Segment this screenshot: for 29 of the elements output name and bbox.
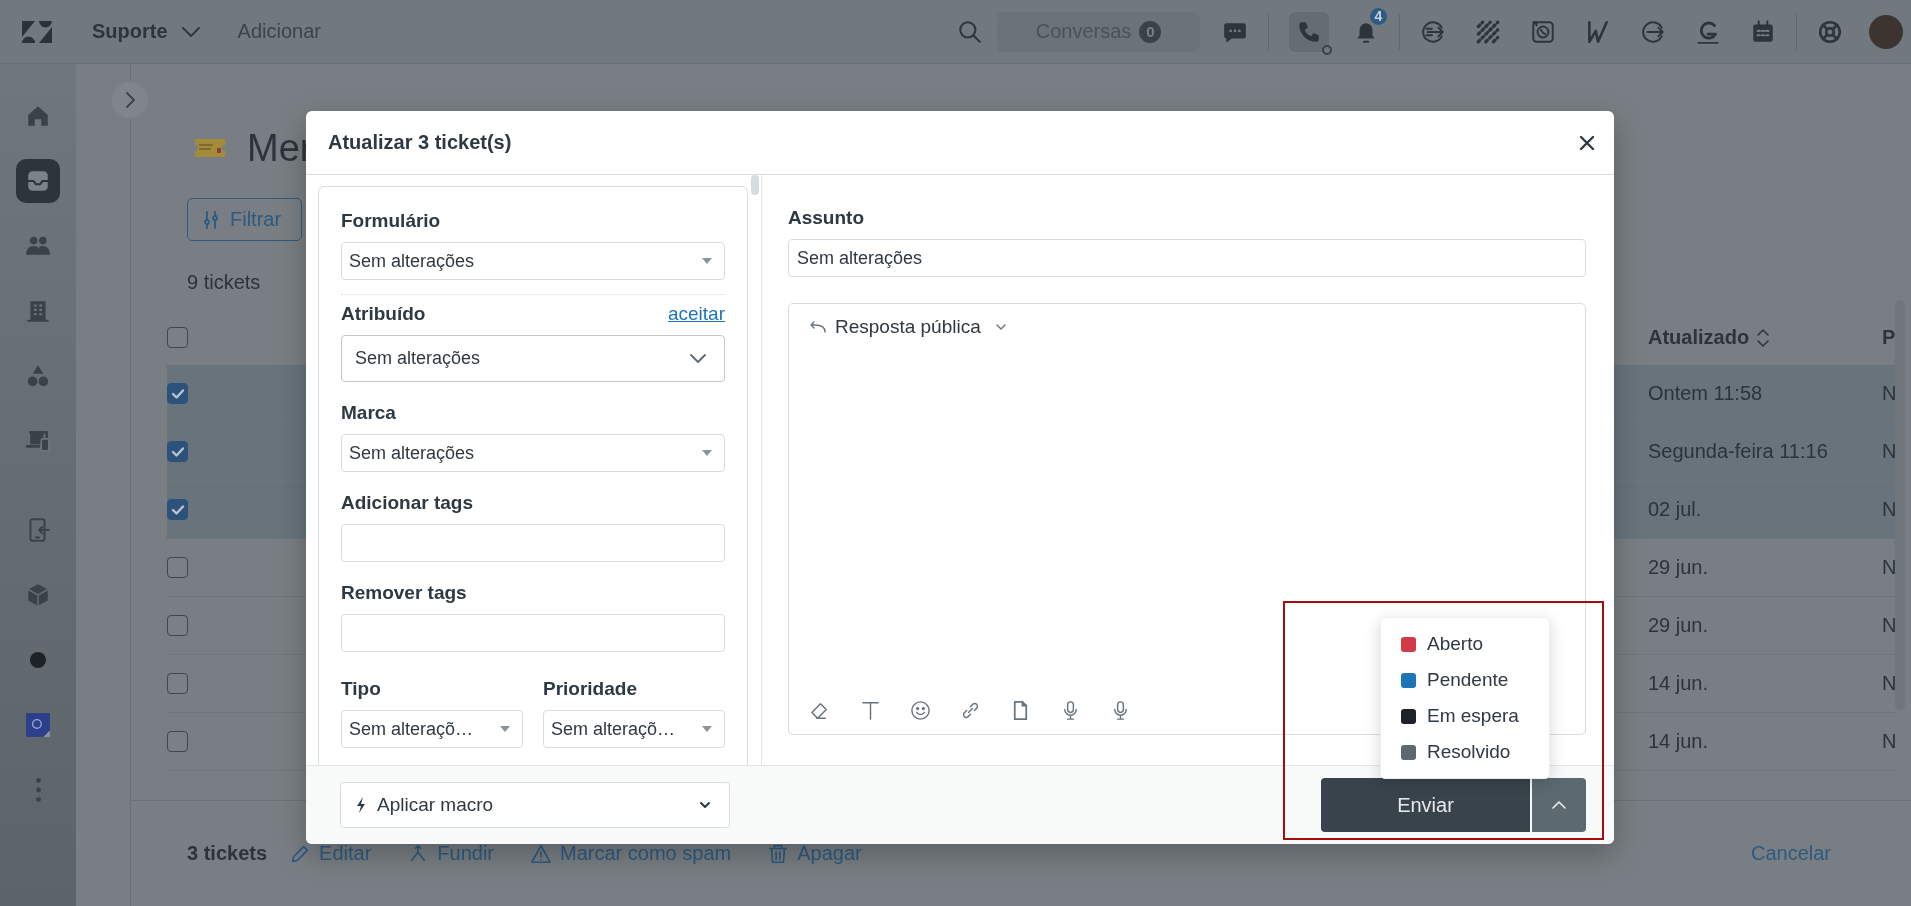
table-cell-text: 14 jun. <box>1648 730 1710 753</box>
table-cell-text: 29 jun. <box>1648 614 1710 637</box>
table-cell: N <box>1882 614 1897 637</box>
table-cell-text: Ontem 11:58 <box>1648 382 1764 405</box>
ticket-count: 9 tickets <box>187 271 261 295</box>
table-cell-text: Segunda-feira 11:16 <box>1648 440 1829 463</box>
field-label: Prioridade <box>543 678 637 700</box>
selected-count: 3 tickets <box>187 842 268 865</box>
conversation-count: 0 <box>1139 20 1162 43</box>
table-cell: N <box>1882 730 1897 753</box>
column-header: P <box>1882 326 1897 349</box>
page-title: Mer <box>247 126 313 170</box>
field-label: Assunto <box>788 207 864 229</box>
table-cell-text: 02 jul. <box>1648 498 1703 521</box>
table-cell: N <box>1882 382 1897 405</box>
field-label: Atribuído <box>341 303 426 325</box>
table-cell-text: 29 jun. <box>1648 556 1710 579</box>
field-label: Adicionar tags <box>341 492 473 514</box>
field-label: Tipo <box>341 678 381 700</box>
table-cell: N <box>1882 498 1897 521</box>
field-label: Remover tags <box>341 582 467 604</box>
field-label: Marca <box>341 402 396 424</box>
table-cell: N <box>1882 556 1897 579</box>
table-cell-text: 14 jun. <box>1648 672 1710 695</box>
dialog-title: Atualizar 3 ticket(s) <box>328 131 512 154</box>
table-cell: N <box>1882 440 1897 463</box>
notification-badge: 4 <box>1368 5 1389 27</box>
table-cell: N <box>1882 672 1897 695</box>
field-label: Formulário <box>341 210 441 232</box>
